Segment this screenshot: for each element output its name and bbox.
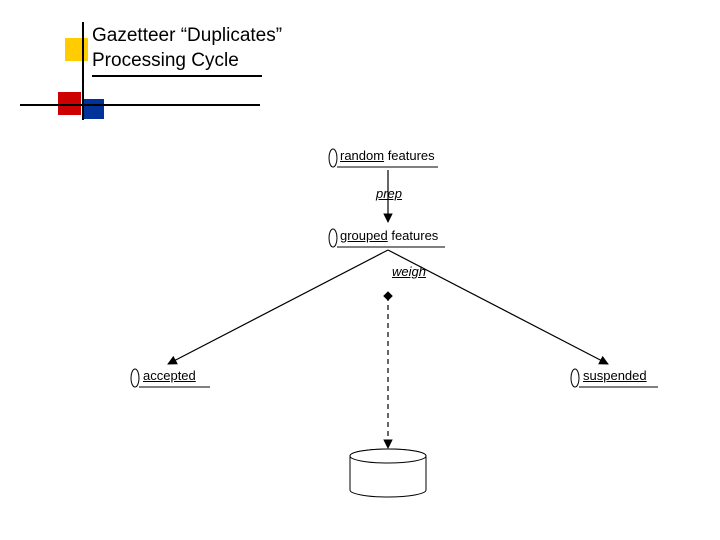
- process-prep: prep: [376, 186, 402, 201]
- diagram-title: Gazetteer “Duplicates” Processing Cycle: [92, 24, 292, 77]
- title-underline: [92, 75, 262, 77]
- title-line-2: Processing Cycle: [92, 49, 292, 74]
- node-random-label: random features: [340, 148, 435, 163]
- node-accepted-label: accepted: [143, 368, 196, 383]
- node-database-label: feature database: [363, 458, 417, 491]
- connectors: [0, 0, 720, 540]
- node-suspended-label: suspended: [583, 368, 647, 383]
- deco-square-blue: [84, 99, 104, 119]
- title-line-1: Gazetteer “Duplicates”: [92, 24, 292, 49]
- arrow-grouped-accepted: [168, 250, 388, 364]
- node-grouped-label: grouped features: [340, 228, 438, 243]
- diagram-stage: Gazetteer “Duplicates” Processing Cycle: [0, 0, 720, 540]
- deco-line-h1: [20, 104, 260, 106]
- deco-square-yellow: [65, 38, 88, 61]
- process-weigh: weigh: [392, 264, 426, 279]
